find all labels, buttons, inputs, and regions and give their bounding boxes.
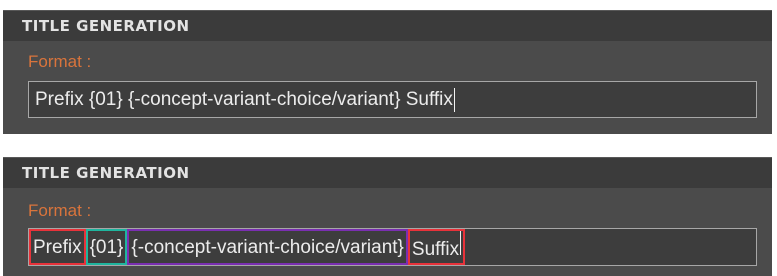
- format-input-value: Prefix {01} {-concept-variant-choice/var…: [35, 88, 453, 110]
- suffix-segment: Suffix: [407, 229, 466, 265]
- format-input-annotated[interactable]: Prefix {01} {-concept-variant-choice/var…: [28, 228, 757, 266]
- variant-token-segment: {-concept-variant-choice/variant}: [127, 229, 408, 265]
- title-generation-panel: TITLE GENERATION Format : Prefix {01} {-…: [3, 10, 772, 134]
- panel-title: TITLE GENERATION: [22, 164, 190, 182]
- text-caret: [460, 231, 462, 255]
- panel-title: TITLE GENERATION: [22, 17, 190, 35]
- suffix-text: Suffix: [411, 239, 460, 260]
- panel-header: TITLE GENERATION: [3, 10, 772, 41]
- counter-segment: {01}: [85, 229, 128, 265]
- text-caret: [453, 87, 455, 112]
- format-label: Format :: [28, 201, 92, 220]
- panel-header: TITLE GENERATION: [3, 157, 772, 188]
- prefix-segment: Prefix: [29, 229, 86, 265]
- title-generation-panel-annotated: TITLE GENERATION Format : Prefix {01} {-…: [3, 157, 772, 276]
- format-label: Format :: [28, 52, 92, 71]
- format-input[interactable]: Prefix {01} {-concept-variant-choice/var…: [28, 81, 757, 118]
